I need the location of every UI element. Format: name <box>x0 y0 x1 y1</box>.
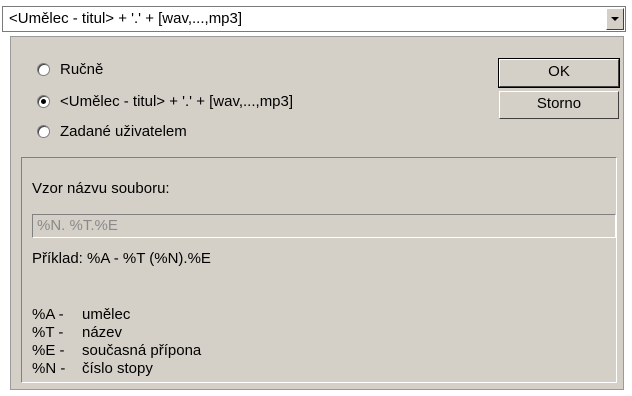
example-text: Příklad: %A - %T (%N).%E <box>32 250 211 267</box>
radio-circle <box>37 125 50 138</box>
legend-desc: název <box>82 324 123 341</box>
naming-scheme-combobox[interactable]: <Umělec - titul> + '.' + [wav,...,mp3] <box>2 6 626 32</box>
ok-button[interactable]: OK <box>498 58 620 88</box>
radio-circle <box>37 63 50 76</box>
legend-desc: číslo stopy <box>82 360 153 377</box>
legend-desc: umělec <box>82 306 131 323</box>
radio-selected-dot <box>41 99 46 104</box>
radio-manual-label: Ručně <box>60 61 104 78</box>
radio-user-defined-label: Zadané uživatelem <box>60 123 187 140</box>
radio-circle <box>37 95 50 108</box>
radio-artist-title-label: <Umělec - titul> + '.' + [wav,...,mp3] <box>60 93 294 110</box>
legend-desc: současná přípona <box>82 342 202 359</box>
legend-code: %E - <box>32 342 65 359</box>
dropdown-arrow-button[interactable] <box>606 8 624 30</box>
pattern-input[interactable]: %N. %T.%E <box>32 214 616 238</box>
chevron-down-icon <box>611 17 619 21</box>
dialog-panel: Ručně <Umělec - titul> + '.' + [wav,...,… <box>10 36 624 390</box>
radio-manual[interactable]: Ručně <box>37 61 103 78</box>
pattern-groupbox: Vzor názvu souboru: %N. %T.%E Příklad: %… <box>21 157 617 383</box>
legend-item: %A - umělec <box>32 306 130 323</box>
cancel-button[interactable]: Storno <box>499 91 619 119</box>
legend-code: %N - <box>32 360 66 377</box>
naming-scheme-value: <Umělec - titul> + '.' + [wav,...,mp3] <box>9 10 243 27</box>
legend-item: %N - číslo stopy <box>32 360 153 377</box>
legend-item: %E - současná přípona <box>32 342 201 359</box>
legend-code: %A - <box>32 306 64 323</box>
radio-user-defined[interactable]: Zadané uživatelem <box>37 123 187 140</box>
legend-code: %T - <box>32 324 64 341</box>
pattern-label: Vzor názvu souboru: <box>32 180 170 197</box>
legend-item: %T - název <box>32 324 122 341</box>
radio-artist-title[interactable]: <Umělec - titul> + '.' + [wav,...,mp3] <box>37 93 293 110</box>
